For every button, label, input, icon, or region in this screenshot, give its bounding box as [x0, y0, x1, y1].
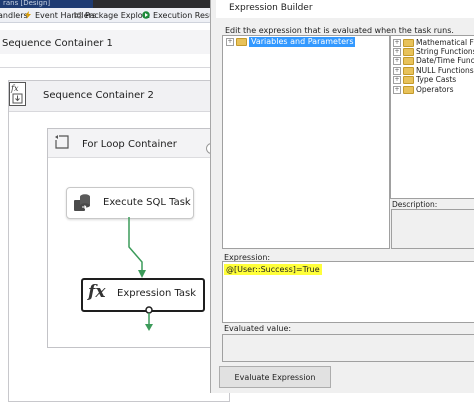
- tree-node-label: Date/Time Function: [416, 56, 474, 65]
- expand-icon[interactable]: +: [393, 75, 401, 84]
- loop-icon: [55, 135, 69, 149]
- for-loop-container-label: For Loop Container: [82, 139, 177, 150]
- database-task-icon: [74, 194, 90, 211]
- expression-value[interactable]: @[User::Success]=True: [224, 264, 322, 275]
- fx-icon: fx: [88, 282, 106, 302]
- expand-icon[interactable]: +: [393, 38, 401, 47]
- folder-icon: [403, 85, 414, 94]
- designer-tab-bar: Handlers Event Handlers Package Explo...…: [0, 8, 222, 23]
- expand-icon[interactable]: +: [393, 66, 401, 75]
- evaluated-value-box: [222, 334, 474, 362]
- sequence-container-1-label: Sequence Container 1: [2, 38, 113, 49]
- tree-node-label: Mathematical Functi: [416, 38, 474, 47]
- execute-sql-task-label: Execute SQL Task: [103, 197, 191, 208]
- svg-text:fx: fx: [10, 84, 19, 93]
- folder-icon: [403, 56, 414, 65]
- tree-node-label: Operators: [416, 85, 454, 94]
- tree-node-variables[interactable]: + Variables and Parameters: [226, 37, 356, 47]
- document-tab[interactable]: rans [Design]: [0, 0, 93, 8]
- tree-node-label: String Functions: [416, 47, 474, 56]
- expand-icon[interactable]: +: [226, 38, 234, 46]
- precedence-constraint-arrow[interactable]: [124, 217, 148, 287]
- expand-icon[interactable]: +: [393, 47, 401, 56]
- tree-node-variables-label: Variables and Parameters: [249, 37, 356, 47]
- sequence-container-icon: fx: [9, 82, 26, 106]
- folder-icon: [403, 66, 414, 75]
- output-connector-icon[interactable]: [144, 306, 154, 332]
- tree-node-operators[interactable]: + Operators: [393, 85, 453, 94]
- tree-node-string-functions[interactable]: + String Functions: [393, 47, 474, 56]
- tree-node-math-functions[interactable]: + Mathematical Functi: [393, 38, 474, 47]
- evaluated-value-label: Evaluated value:: [224, 324, 292, 333]
- tree-node-datetime-functions[interactable]: + Date/Time Function: [393, 56, 474, 65]
- tree-node-label: NULL Functions: [416, 66, 474, 75]
- tab-package-explorer-label: Package Explo...: [85, 10, 151, 20]
- sequence-container-2-label: Sequence Container 2: [43, 90, 154, 101]
- expression-task-label: Expression Task: [117, 288, 197, 299]
- tab-strip-background: [93, 0, 216, 8]
- dialog-instruction: Edit the expression that is evaluated wh…: [225, 26, 454, 35]
- description-box: [391, 209, 474, 249]
- lightning-icon: [25, 11, 31, 19]
- variables-tree[interactable]: [222, 35, 390, 249]
- folder-icon: [403, 38, 414, 47]
- evaluate-expression-button[interactable]: Evaluate Expression: [219, 366, 331, 388]
- folder-icon: [403, 47, 414, 56]
- expand-icon[interactable]: +: [393, 56, 401, 65]
- description-label: Description:: [392, 200, 438, 209]
- dialog-title: Expression Builder: [229, 3, 313, 13]
- tab-package-explorer[interactable]: Package Explo...: [74, 8, 150, 22]
- expand-icon[interactable]: +: [393, 85, 401, 94]
- play-icon: [142, 11, 150, 19]
- tree-node-type-casts[interactable]: + Type Casts: [393, 75, 456, 84]
- folder-icon: [403, 75, 414, 84]
- folder-icon: [236, 38, 247, 46]
- explorer-icon: [74, 12, 82, 19]
- tree-node-label: Type Casts: [416, 75, 457, 84]
- divider: [0, 67, 216, 68]
- tree-node-null-functions[interactable]: + NULL Functions: [393, 66, 474, 75]
